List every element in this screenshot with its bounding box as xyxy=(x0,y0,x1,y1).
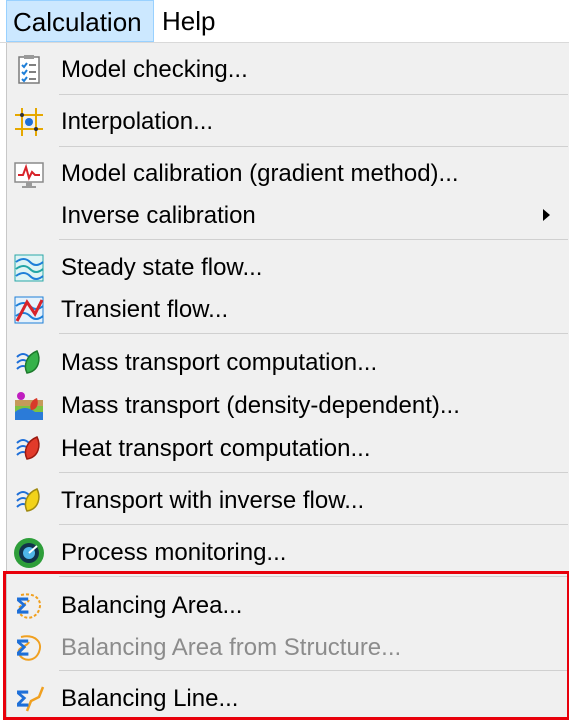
menu-item-heat-transport-computation[interactable]: Heat transport computation... xyxy=(7,427,569,471)
process-monitoring-icon xyxy=(13,537,45,569)
calibration-monitor-icon xyxy=(13,158,45,190)
menu-item-label: Mass transport (density-dependent)... xyxy=(61,392,460,419)
menu-item-mass-transport-density[interactable]: Mass transport (density-dependent)... xyxy=(7,384,569,428)
menu-item-label: Heat transport computation... xyxy=(61,435,371,462)
menu-item-mass-transport-computation[interactable]: Mass transport computation... xyxy=(7,341,569,385)
menu-separator xyxy=(59,333,568,334)
menu-item-transport-inverse-flow[interactable]: Transport with inverse flow... xyxy=(7,479,569,523)
interpolation-grid-icon xyxy=(13,106,45,138)
submenu-arrow-icon xyxy=(543,209,550,221)
menu-item-transient-flow[interactable]: Transient flow... xyxy=(7,288,569,332)
menu-item-label: Steady state flow... xyxy=(61,254,263,281)
steady-flow-icon xyxy=(13,252,45,284)
inverse-flow-transport-icon xyxy=(13,485,45,517)
menu-item-model-checking[interactable]: Model checking... xyxy=(7,48,569,92)
menu-bar: Calculation Help xyxy=(0,0,569,43)
menu-calculation[interactable]: Calculation xyxy=(6,0,154,42)
checklist-icon xyxy=(13,54,45,86)
mass-transport-icon xyxy=(13,347,45,379)
highlight-box xyxy=(3,571,569,720)
transient-flow-icon xyxy=(13,294,45,326)
menu-item-label: Interpolation... xyxy=(61,108,214,135)
heat-transport-icon xyxy=(13,433,45,465)
menu-separator xyxy=(59,472,568,473)
menu-item-label: Inverse calibration xyxy=(61,202,256,229)
menu-item-interpolation[interactable]: Interpolation... xyxy=(7,100,569,144)
menu-item-process-monitoring[interactable]: Process monitoring... xyxy=(7,531,569,575)
menu-item-steady-state-flow[interactable]: Steady state flow... xyxy=(7,246,569,290)
menu-separator xyxy=(59,94,568,95)
menu-item-label: Model checking... xyxy=(61,56,248,83)
menu-help[interactable]: Help xyxy=(156,0,226,42)
menu-item-model-calibration[interactable]: Model calibration (gradient method)... xyxy=(7,152,569,196)
menu-separator xyxy=(59,146,568,147)
menu-separator xyxy=(59,239,568,240)
menu-item-label: Model calibration (gradient method)... xyxy=(61,160,459,187)
menu-item-label: Transport with inverse flow... xyxy=(61,487,365,514)
menu-separator xyxy=(59,524,568,525)
density-transport-icon xyxy=(13,390,45,422)
menu-item-label: Mass transport computation... xyxy=(61,349,378,376)
menu-item-label: Process monitoring... xyxy=(61,539,287,566)
menu-item-label: Transient flow... xyxy=(61,296,229,323)
menu-item-inverse-calibration[interactable]: Inverse calibration xyxy=(7,194,569,238)
